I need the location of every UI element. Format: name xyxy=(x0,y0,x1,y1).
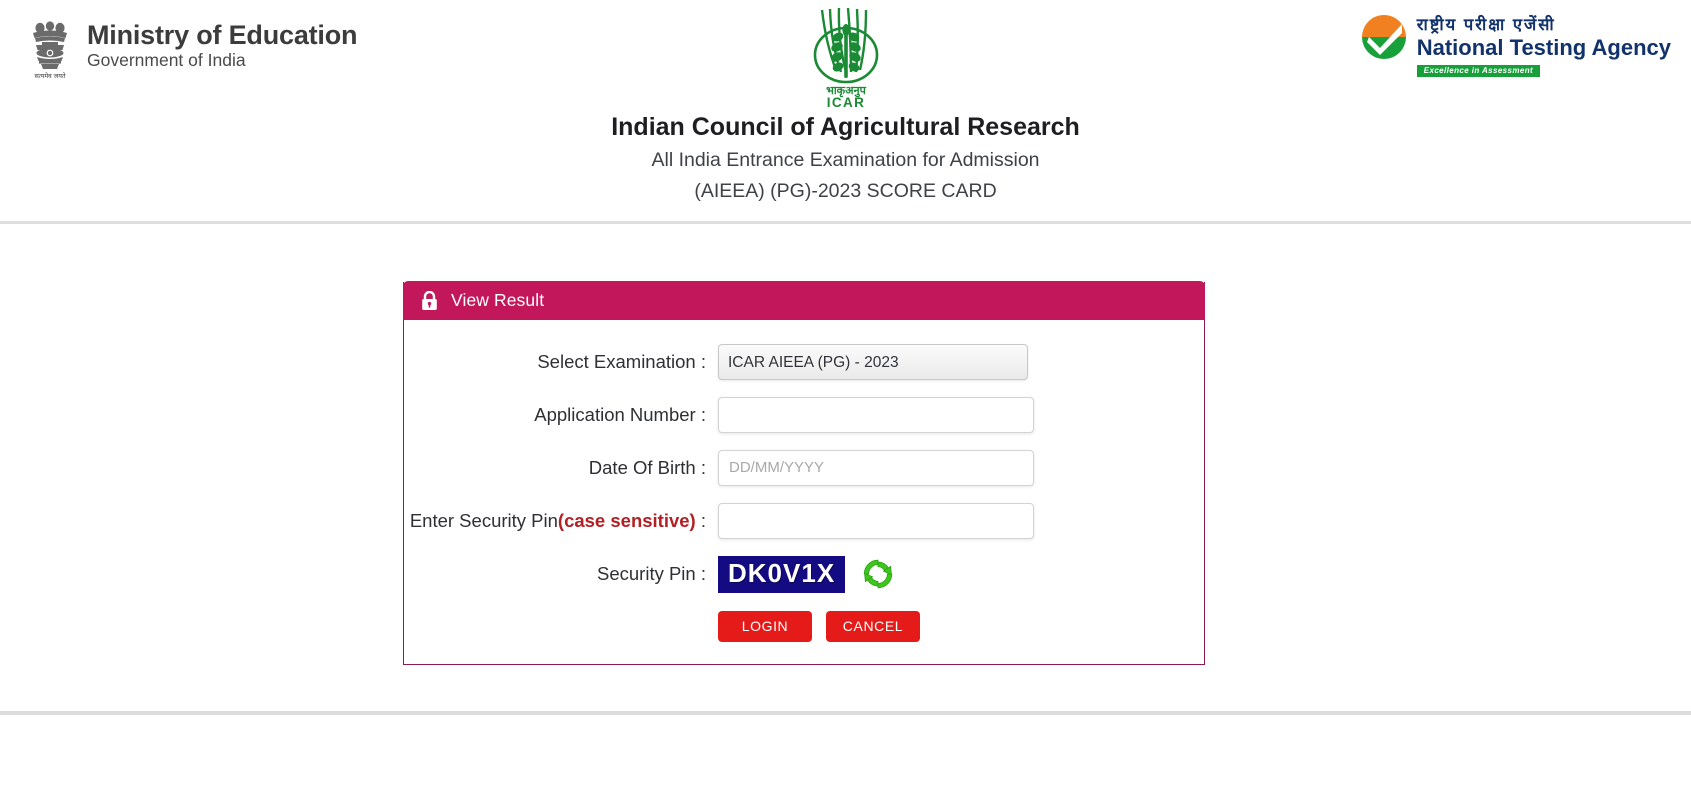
dob-label: Date Of Birth : xyxy=(588,457,706,478)
national-testing-agency-logo: राष्ट्रीय परीक्षा एजेंसी National Testin… xyxy=(1361,14,1671,78)
form-row-dob: Date Of Birth : xyxy=(404,450,1204,486)
icar-title: Indian Council of Agricultural Research xyxy=(611,113,1080,141)
cancel-button[interactable]: CANCEL xyxy=(826,610,920,642)
panel-header: View Result xyxy=(403,281,1205,320)
captcha-label: Security Pin : xyxy=(597,563,706,585)
icar-subtitle-line2: (AIEEA) (PG)-2023 SCORE CARD xyxy=(694,180,997,203)
form-row-security-pin-entry: Enter Security Pin(case sensitive) : xyxy=(404,503,1204,539)
svg-text:ICAR: ICAR xyxy=(826,95,865,110)
security-pin-input[interactable] xyxy=(718,503,1034,539)
nta-checkmark-circle-icon xyxy=(1361,14,1407,60)
dob-input[interactable] xyxy=(718,450,1034,486)
case-sensitive-note: (case sensitive) xyxy=(557,510,696,531)
form-row-captcha: Security Pin : DK0V1X xyxy=(404,556,1204,593)
exam-label: Select Examination : xyxy=(537,351,706,372)
login-button[interactable]: LOGIN xyxy=(718,610,812,642)
page-body: View Result Select Examination : ICAR AI… xyxy=(0,224,1691,789)
panel-title: View Result xyxy=(451,290,545,310)
footer-divider xyxy=(0,711,1691,715)
view-result-panel: View Result Select Examination : ICAR AI… xyxy=(403,281,1205,665)
security-pin-label-colon: : xyxy=(695,510,706,531)
form-row-exam: Select Examination : ICAR AIEEA (PG) - 2… xyxy=(404,344,1204,380)
refresh-captcha-icon[interactable] xyxy=(861,557,895,591)
application-number-label: Application Number : xyxy=(534,404,706,425)
application-number-input[interactable] xyxy=(718,397,1034,433)
panel-actions: LOGIN CANCEL xyxy=(404,610,1204,642)
nta-tagline: Excellence in Assessment xyxy=(1416,65,1541,78)
security-pin-label-main: Enter Security Pin xyxy=(409,510,558,531)
icar-subtitle-line1: All India Entrance Examination for Admis… xyxy=(651,149,1040,171)
lock-icon xyxy=(421,290,438,311)
captcha-image: DK0V1X xyxy=(718,556,846,593)
icar-wheat-logo-icon: भाकृअनुप ICAR xyxy=(796,7,896,112)
exam-select[interactable]: ICAR AIEEA (PG) - 2023 xyxy=(718,344,1028,380)
nta-english-name: National Testing Agency xyxy=(1416,35,1671,61)
security-pin-label: Enter Security Pin(case sensitive) : xyxy=(404,510,718,532)
nta-hindi-name: राष्ट्रीय परीक्षा एजेंसी xyxy=(1416,16,1556,34)
site-header: सत्यमेव जयते Ministry of Education Gover… xyxy=(0,0,1691,224)
form-row-application-number: Application Number : xyxy=(404,397,1204,433)
panel-body: Select Examination : ICAR AIEEA (PG) - 2… xyxy=(404,320,1204,664)
